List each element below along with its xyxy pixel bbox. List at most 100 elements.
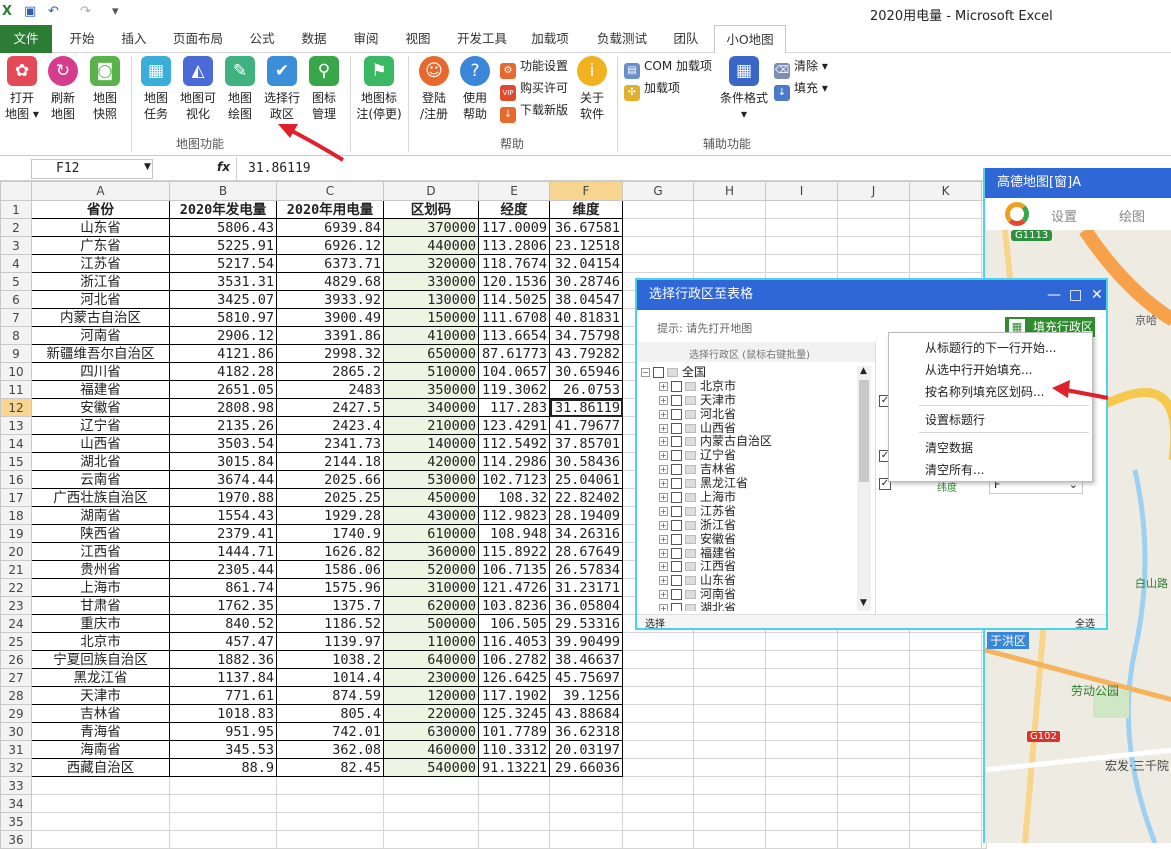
data-cell[interactable]: 29.66036 <box>549 758 623 777</box>
data-cell[interactable]: 2865.2 <box>276 362 384 381</box>
data-cell[interactable]: 北京市 <box>31 632 170 651</box>
data-cell[interactable]: 340000 <box>383 398 479 417</box>
tab-data[interactable]: 数据 <box>292 25 336 53</box>
data-cell[interactable]: 安徽省 <box>31 398 170 417</box>
tree-root[interactable]: − 全国 <box>641 366 869 380</box>
data-cell[interactable]: 460000 <box>383 740 479 759</box>
row-header[interactable]: 5 <box>0 272 32 291</box>
data-cell[interactable]: 112.5492 <box>478 434 550 453</box>
data-cell[interactable]: 1586.06 <box>276 560 384 579</box>
data-cell[interactable]: 吉林省 <box>31 704 170 723</box>
checkbox[interactable] <box>671 492 682 504</box>
data-cell[interactable]: 30.65946 <box>549 362 623 381</box>
expand-icon[interactable]: + <box>659 520 668 530</box>
menu-item-from-next-row[interactable]: 从标题行的下一行开始... <box>925 339 1056 356</box>
amap-logo-icon[interactable] <box>1005 202 1029 226</box>
tree-item[interactable]: + 河南省 <box>641 587 869 602</box>
data-cell[interactable]: 29.53316 <box>549 614 623 633</box>
data-cell[interactable]: 113.2806 <box>478 236 550 255</box>
data-cell[interactable]: 1970.88 <box>169 488 277 507</box>
row-header[interactable]: 25 <box>0 632 32 651</box>
checkbox[interactable] <box>671 408 682 420</box>
data-cell[interactable]: 114.2986 <box>478 452 550 471</box>
data-cell[interactable]: 2025.25 <box>276 488 384 507</box>
formula-input[interactable]: 31.86119 <box>248 161 311 176</box>
row-header[interactable]: 3 <box>0 236 32 255</box>
tab-xiao-o-map[interactable]: 小O地图 <box>714 25 786 54</box>
data-cell[interactable]: 1018.83 <box>169 704 277 723</box>
icon-manage-button[interactable]: ⚲ 图标 管理 <box>304 56 344 122</box>
data-cell[interactable]: 25.04061 <box>549 470 623 489</box>
data-cell[interactable]: 41.79677 <box>549 416 623 435</box>
data-cell[interactable]: 青海省 <box>31 722 170 741</box>
data-cell[interactable]: 771.61 <box>169 686 277 705</box>
save-icon[interactable]: ▣ <box>24 4 36 19</box>
map-draw-button[interactable]: ✎ 地图 绘图 <box>220 56 260 122</box>
data-cell[interactable]: 6926.12 <box>276 236 384 255</box>
data-cell[interactable]: 530000 <box>383 470 479 489</box>
checkbox[interactable] <box>671 450 682 462</box>
data-cell[interactable]: 117.1902 <box>478 686 550 705</box>
tab-load-test[interactable]: 负载测试 <box>588 25 656 53</box>
data-cell[interactable]: 2305.44 <box>169 560 277 579</box>
tab-file[interactable]: 文件 <box>0 25 52 53</box>
column-header[interactable]: A <box>31 181 170 201</box>
row-header[interactable]: 31 <box>0 740 32 759</box>
data-cell[interactable]: 2651.05 <box>169 380 277 399</box>
data-cell[interactable]: 40.81831 <box>549 308 623 327</box>
data-cell[interactable]: 2341.73 <box>276 434 384 453</box>
data-cell[interactable]: 3015.84 <box>169 452 277 471</box>
map-annotate-button[interactable]: ⚑ 地图标 注(停更) <box>354 56 404 122</box>
tab-home[interactable]: 开始 <box>60 25 104 53</box>
data-cell[interactable]: 130000 <box>383 290 479 309</box>
data-cell[interactable]: 117.0009 <box>478 218 550 237</box>
data-cell[interactable]: 河南省 <box>31 326 170 345</box>
row-header[interactable]: 19 <box>0 524 32 543</box>
row-header[interactable]: 8 <box>0 326 32 345</box>
expand-icon[interactable]: + <box>659 590 668 600</box>
header-cell[interactable]: 维度 <box>549 200 623 219</box>
data-cell[interactable]: 1626.82 <box>276 542 384 561</box>
data-cell[interactable]: 3425.07 <box>169 290 277 309</box>
row-header[interactable]: 35 <box>0 812 32 831</box>
data-cell[interactable]: 39.90499 <box>549 632 623 651</box>
row-header[interactable]: 6 <box>0 290 32 309</box>
data-cell[interactable]: 2483 <box>276 380 384 399</box>
data-cell[interactable]: 1762.35 <box>169 596 277 615</box>
data-cell[interactable]: 1929.28 <box>276 506 384 525</box>
data-cell[interactable]: 2808.98 <box>169 398 277 417</box>
conditional-format-button[interactable]: ▦ 条件格式 ▾ <box>718 56 770 122</box>
expand-icon[interactable]: + <box>659 409 668 419</box>
data-cell[interactable]: 湖北省 <box>31 452 170 471</box>
menu-item-clear-all[interactable]: 清空所有... <box>925 461 984 478</box>
data-cell[interactable]: 113.6654 <box>478 326 550 345</box>
row-header[interactable]: 27 <box>0 668 32 687</box>
refresh-map-button[interactable]: ↻ 刷新 地图 <box>43 56 83 122</box>
row-header[interactable]: 13 <box>0 416 32 435</box>
data-cell[interactable]: 1375.7 <box>276 596 384 615</box>
row-header[interactable]: 11 <box>0 380 32 399</box>
data-cell[interactable]: 106.7135 <box>478 560 550 579</box>
data-cell[interactable]: 2379.41 <box>169 524 277 543</box>
row-header[interactable]: 18 <box>0 506 32 525</box>
data-cell[interactable]: 640000 <box>383 650 479 669</box>
tab-page-layout[interactable]: 页面布局 <box>166 25 230 53</box>
expand-icon[interactable]: + <box>659 493 668 503</box>
data-cell[interactable]: 2998.32 <box>276 344 384 363</box>
data-cell[interactable]: 116.4053 <box>478 632 550 651</box>
clear-button[interactable]: ⌫ 清除 ▾ <box>774 56 828 79</box>
data-cell[interactable]: 510000 <box>383 362 479 381</box>
data-cell[interactable]: 1882.36 <box>169 650 277 669</box>
data-cell[interactable]: 310000 <box>383 578 479 597</box>
row-header[interactable]: 23 <box>0 596 32 615</box>
expand-icon[interactable]: + <box>659 604 668 611</box>
tab-review[interactable]: 审阅 <box>344 25 388 53</box>
data-cell[interactable]: 320000 <box>383 254 479 273</box>
data-cell[interactable]: 1554.43 <box>169 506 277 525</box>
tree-item[interactable]: + 河北省 <box>641 407 869 422</box>
tree-item[interactable]: + 内蒙古自治区 <box>641 435 869 449</box>
data-cell[interactable]: 540000 <box>383 758 479 777</box>
data-cell[interactable]: 20.03197 <box>549 740 623 759</box>
data-cell[interactable]: 951.95 <box>169 722 277 741</box>
checkbox[interactable] <box>671 589 682 601</box>
